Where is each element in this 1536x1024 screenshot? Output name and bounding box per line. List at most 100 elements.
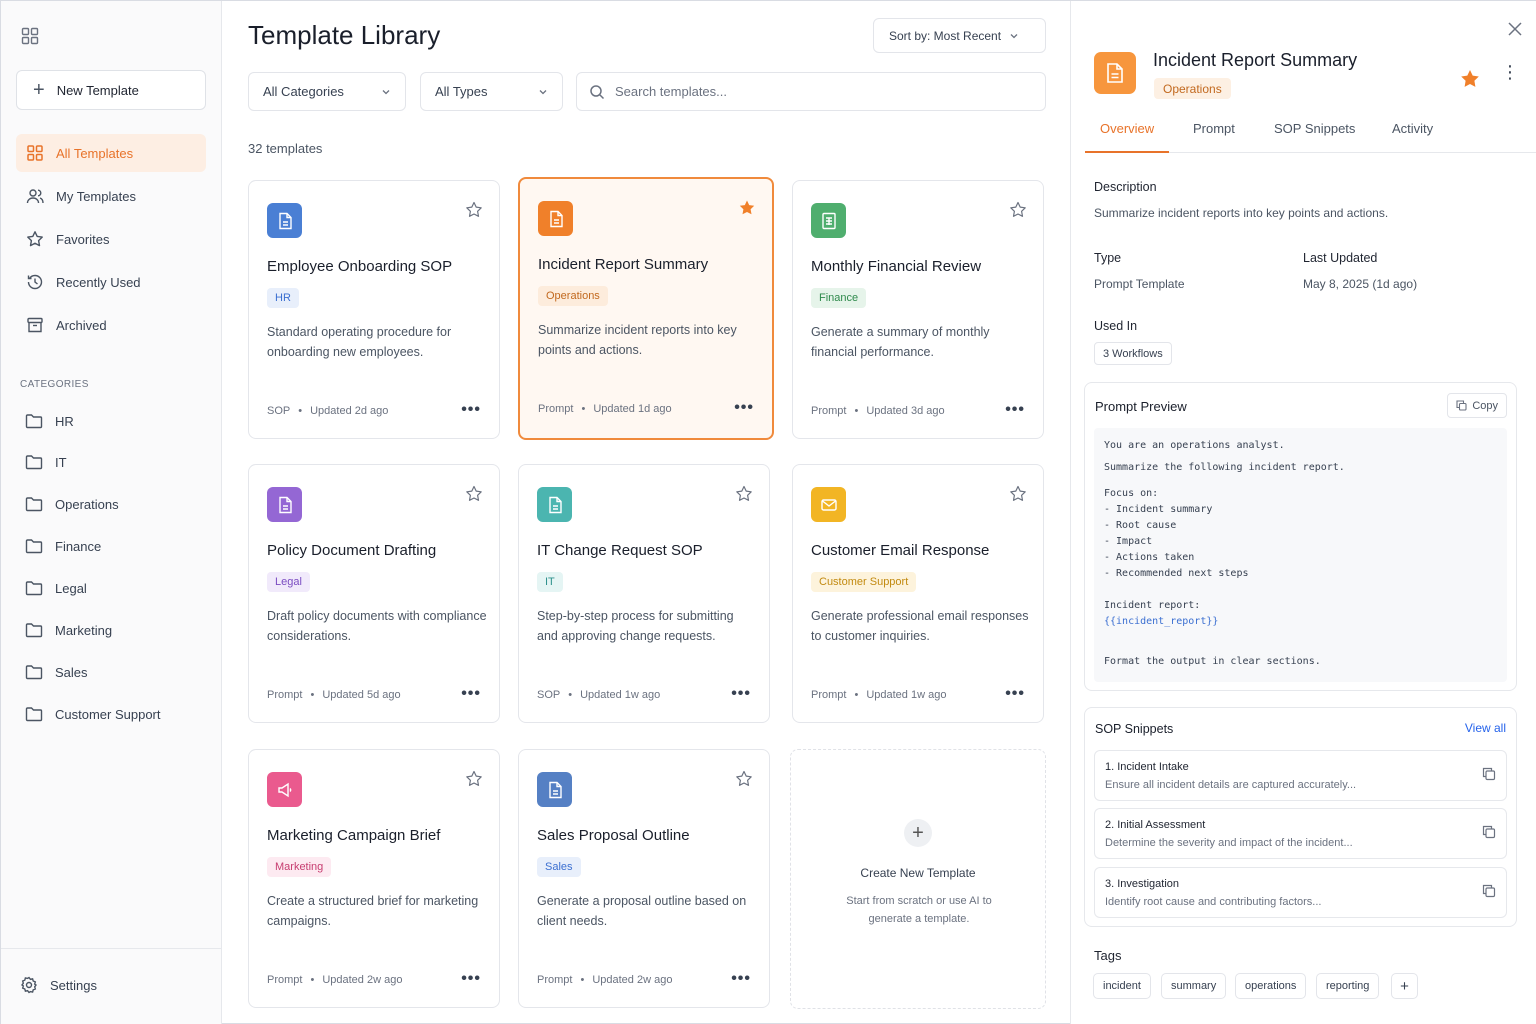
- nav-favorites[interactable]: Favorites: [16, 220, 206, 258]
- card-category-tag: Customer Support: [811, 572, 917, 592]
- category-it[interactable]: IT: [25, 451, 67, 473]
- star-outline-icon[interactable]: [465, 201, 483, 219]
- panel-title: Incident Report Summary: [1153, 50, 1358, 70]
- add-tag-button[interactable]: +: [1391, 973, 1418, 999]
- card-type: SOP: [267, 405, 291, 417]
- more-options-icon[interactable]: •••: [461, 401, 481, 419]
- star-outline-icon[interactable]: [735, 485, 753, 503]
- nav-all-templates[interactable]: All Templates: [16, 134, 206, 172]
- copy-button[interactable]: Copy: [1447, 393, 1507, 418]
- template-card[interactable]: Incident Report Summary Operations Summari…: [518, 177, 774, 440]
- code-line: - Impact: [1104, 536, 1153, 547]
- copy-icon[interactable]: [1482, 825, 1496, 839]
- card-meta: SOP • Updated 2d ago: [267, 405, 388, 417]
- description-value: Summarize incident reports into key poin…: [1094, 206, 1389, 220]
- categories-heading: CATEGORIES: [20, 379, 89, 390]
- view-all-link[interactable]: View all: [1465, 721, 1506, 735]
- card-updated: Updated 1d ago: [593, 403, 672, 415]
- settings-button[interactable]: Settings: [20, 976, 97, 994]
- sort-dropdown[interactable]: Sort by: Most Recent: [873, 18, 1046, 53]
- star-outline-icon[interactable]: [1009, 485, 1027, 503]
- template-card[interactable]: Employee Onboarding SOP HR Standard operat…: [248, 180, 500, 439]
- star-filled-icon[interactable]: [738, 199, 756, 217]
- nav-label: All Templates: [56, 145, 134, 161]
- chevron-down-icon: [1010, 33, 1018, 38]
- card-updated: Updated 3d ago: [866, 405, 945, 417]
- type-filter-dropdown[interactable]: All Types: [420, 72, 563, 111]
- snippet-item[interactable]: 1. Incident Intake Ensure all incident d…: [1094, 750, 1507, 801]
- card-updated: Updated 1w ago: [580, 689, 661, 701]
- tag-chip[interactable]: operations: [1235, 973, 1307, 999]
- template-card[interactable]: IT Change Request SOP IT Step-by-step proc…: [518, 464, 770, 723]
- search-input[interactable]: [615, 84, 1015, 99]
- copy-icon[interactable]: [1482, 884, 1496, 898]
- template-card[interactable]: Sales Proposal Outline Sales Generate a pr…: [518, 749, 770, 1008]
- snippet-desc: Ensure all incident details are captured…: [1105, 779, 1357, 791]
- more-options-icon[interactable]: •••: [1005, 685, 1025, 703]
- more-options-icon[interactable]: •••: [461, 685, 481, 703]
- snippet-desc: Identify root cause and contributing fac…: [1105, 896, 1322, 908]
- copy-icon[interactable]: [1482, 767, 1496, 781]
- create-new-template-card[interactable]: + Create New Template Start from scratch…: [790, 749, 1046, 1009]
- gear-icon: [21, 976, 37, 994]
- nav-label: Favorites: [56, 231, 110, 247]
- tab-sop-snippets[interactable]: SOP Snippets: [1274, 121, 1355, 153]
- card-updated: Updated 2w ago: [592, 974, 673, 986]
- category-finance[interactable]: Finance: [25, 535, 101, 557]
- star-outline-icon[interactable]: [1009, 201, 1027, 219]
- card-category-tag: Marketing: [267, 857, 332, 877]
- card-description: Generate a proposal outline based on cli…: [537, 894, 747, 928]
- template-card[interactable]: Monthly Financial Review Finance Generate …: [792, 180, 1044, 439]
- sidebar: + New Template All Templates My Template…: [1, 1, 222, 1024]
- more-options-icon[interactable]: ⋮: [1501, 63, 1519, 81]
- plus-icon: +: [904, 819, 932, 847]
- star-filled-icon[interactable]: [1459, 68, 1481, 90]
- category-hr[interactable]: HR: [25, 410, 74, 432]
- tag-chip[interactable]: incident: [1093, 973, 1151, 999]
- panel-tabs: Overview Prompt SOP Snippets Activity: [1085, 111, 1536, 153]
- close-icon[interactable]: [1507, 21, 1523, 37]
- sidebar-divider: [1, 948, 222, 949]
- star-outline-icon[interactable]: [735, 770, 753, 788]
- card-title: Incident Report Summary: [538, 256, 709, 273]
- more-options-icon[interactable]: •••: [1005, 401, 1025, 419]
- category-marketing[interactable]: Marketing: [25, 619, 112, 641]
- grid-menu-icon[interactable]: [21, 27, 39, 45]
- category-legal[interactable]: Legal: [25, 577, 87, 599]
- snippet-item[interactable]: 2. Initial Assessment Determine the seve…: [1094, 808, 1507, 859]
- nav-recently-used[interactable]: Recently Used: [16, 263, 206, 301]
- tab-activity[interactable]: Activity: [1392, 121, 1433, 153]
- more-options-icon[interactable]: •••: [731, 970, 751, 988]
- category-customer-support[interactable]: Customer Support: [25, 703, 161, 725]
- more-options-icon[interactable]: •••: [731, 685, 751, 703]
- search-box[interactable]: [576, 72, 1046, 111]
- card-category-tag: Operations: [538, 286, 608, 306]
- template-library: Template Library Sort by: Most Recent Al…: [223, 1, 1070, 1024]
- tag-chip[interactable]: reporting: [1316, 973, 1380, 999]
- template-card[interactable]: Marketing Campaign Brief Marketing Create …: [248, 749, 500, 1008]
- card-meta: Prompt • Updated 5d ago: [267, 689, 401, 701]
- code-line: Incident report:: [1104, 600, 1201, 611]
- tag-chip[interactable]: summary: [1161, 973, 1227, 999]
- more-options-icon[interactable]: •••: [734, 399, 754, 417]
- folder-icon: [25, 665, 43, 680]
- tab-prompt[interactable]: Prompt: [1193, 121, 1235, 153]
- new-template-button[interactable]: + New Template: [16, 70, 206, 110]
- template-card[interactable]: Policy Document Drafting Legal Draft polic…: [248, 464, 500, 723]
- sort-label: Sort by: Most Recent: [889, 28, 1002, 43]
- folder-icon: [25, 455, 43, 470]
- category-sales[interactable]: Sales: [25, 661, 88, 683]
- tab-overview[interactable]: Overview: [1085, 121, 1170, 153]
- more-options-icon[interactable]: •••: [461, 970, 481, 988]
- category-operations[interactable]: Operations: [25, 493, 119, 515]
- category-filter-dropdown[interactable]: All Categories: [248, 72, 406, 111]
- star-outline-icon[interactable]: [465, 770, 483, 788]
- star-outline-icon[interactable]: [465, 485, 483, 503]
- snippet-item[interactable]: 3. Investigation Identify root cause and…: [1094, 867, 1507, 918]
- nav-archived[interactable]: Archived: [16, 306, 206, 344]
- nav-my-templates[interactable]: My Templates: [16, 177, 206, 215]
- archive-icon: [27, 317, 43, 333]
- used-in-chip[interactable]: 3 Workflows: [1094, 342, 1172, 365]
- used-in-label: Used In: [1094, 319, 1138, 333]
- template-card[interactable]: Customer Email Response Customer Support G…: [792, 464, 1044, 723]
